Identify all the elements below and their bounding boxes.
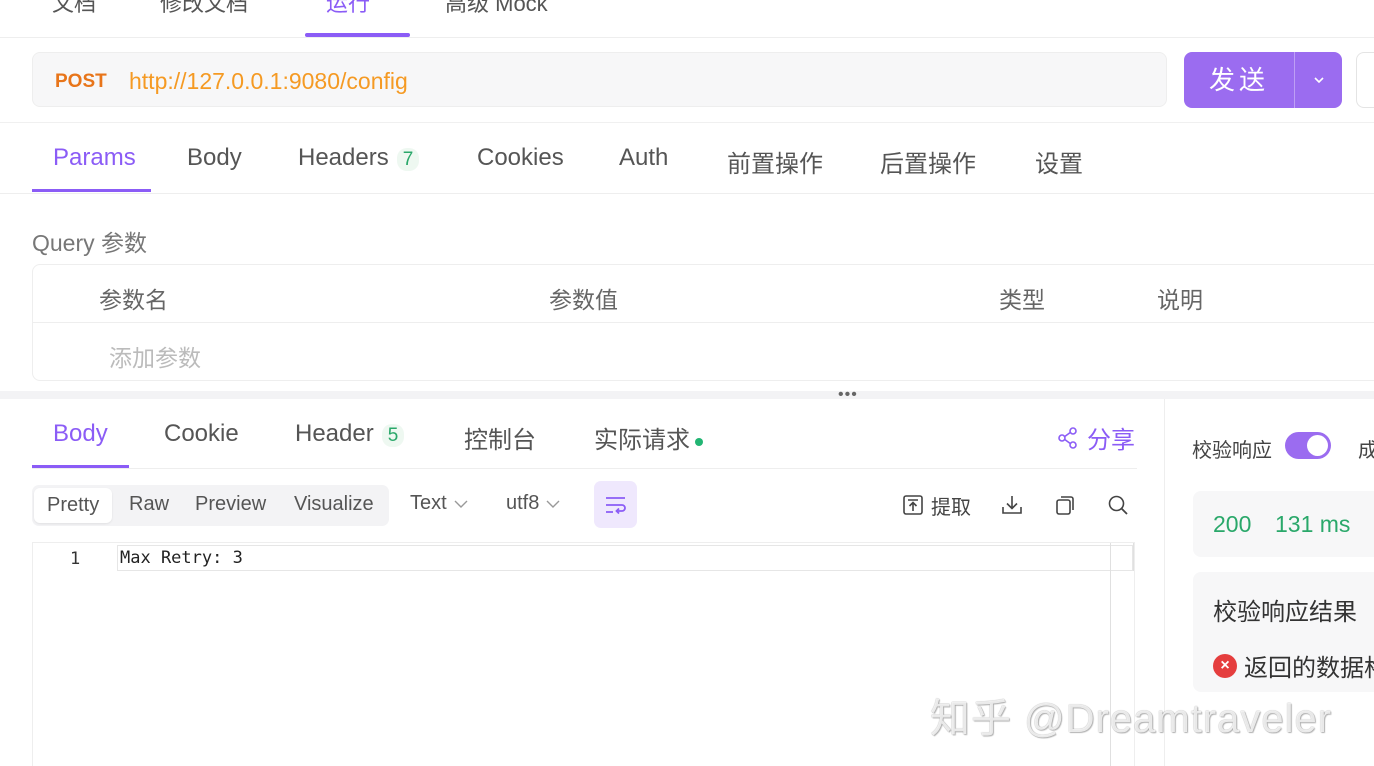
verify-response-label: 校验响应: [1192, 440, 1272, 462]
share-icon: [1058, 426, 1077, 449]
params-table-header: 参数名 参数值 类型 说明: [33, 265, 1374, 323]
send-label: 发送: [1208, 65, 1269, 95]
tab-body[interactable]: Body: [187, 144, 242, 172]
url-bar[interactable]: POST http://127.0.0.1:9080/config: [32, 52, 1167, 107]
minimap-edge: [1133, 543, 1134, 571]
divider: [0, 122, 1374, 123]
tab-docs[interactable]: 文档: [52, 0, 96, 18]
chevron-down-icon: [546, 500, 560, 508]
status-dot: [695, 437, 703, 446]
params-table: 参数名 参数值 类型 说明 添加参数: [32, 264, 1374, 381]
tab-auth[interactable]: Auth: [619, 144, 668, 172]
active-tab-indicator: [32, 189, 151, 192]
drag-handle-icon[interactable]: •••: [838, 387, 858, 403]
tab-advanced-mock[interactable]: 高级 Mock: [445, 0, 548, 18]
verify-response-toggle[interactable]: [1285, 432, 1331, 459]
request-tabs: Params Body Headers 7 Cookies Auth 前置操作 后…: [0, 130, 1374, 194]
tab-response-header-label: Header: [295, 420, 374, 447]
mode-preview[interactable]: Preview: [195, 493, 266, 516]
copy-button[interactable]: [1054, 491, 1076, 519]
verify-error-text: 返回的数据格: [1244, 655, 1374, 682]
search-icon: [1108, 495, 1128, 515]
column-param-name: 参数名: [99, 287, 168, 313]
extract-label: 提取: [931, 496, 971, 519]
response-body-text[interactable]: Max Retry: 3: [120, 548, 243, 568]
tab-response-cookie[interactable]: Cookie: [164, 420, 239, 448]
tab-actual-request-label: 实际请求: [594, 427, 690, 454]
mode-raw[interactable]: Raw: [129, 493, 169, 516]
search-button[interactable]: [1107, 491, 1129, 519]
url-input[interactable]: http://127.0.0.1:9080/config: [129, 68, 408, 95]
chevron-down-icon: [454, 500, 468, 508]
mode-pretty[interactable]: Pretty: [34, 488, 113, 523]
word-wrap-button[interactable]: [594, 481, 637, 528]
tab-pre-request[interactable]: 前置操作: [727, 144, 823, 179]
http-method[interactable]: POST: [55, 71, 107, 93]
column-type: 类型: [999, 287, 1045, 313]
encoding-value: utf8: [506, 492, 540, 514]
header-count-badge: 5: [381, 424, 405, 447]
tab-response-body[interactable]: Body: [53, 420, 108, 448]
tab-headers-label: Headers: [298, 144, 389, 171]
encoding-select[interactable]: utf8: [506, 492, 561, 515]
status-code: 200: [1213, 511, 1252, 537]
extract-icon: [903, 495, 923, 515]
tab-edit-docs[interactable]: 修改文档: [160, 0, 248, 18]
tab-response-header[interactable]: Header 5: [295, 420, 405, 448]
tab-settings[interactable]: 设置: [1035, 144, 1083, 179]
panel-splitter[interactable]: [0, 391, 1374, 399]
view-mode-group: Pretty Raw Preview Visualize: [32, 485, 389, 526]
tab-params[interactable]: Params: [53, 144, 136, 172]
divider: [32, 468, 1137, 469]
share-button[interactable]: 分享: [1057, 420, 1135, 455]
copy-icon: [1056, 496, 1074, 515]
tab-post-request[interactable]: 后置操作: [880, 144, 976, 179]
tab-actual-request[interactable]: 实际请求: [594, 420, 703, 455]
response-tabs: Body Cookie Header 5 控制台 实际请求 分享: [0, 400, 1164, 469]
mode-visualize[interactable]: Visualize: [294, 493, 374, 516]
chevron-down-icon[interactable]: [1295, 52, 1342, 108]
error-icon: ×: [1213, 653, 1237, 678]
query-params-label: Query 参数: [32, 230, 148, 256]
download-icon: [1002, 496, 1022, 514]
wrap-icon: [605, 496, 626, 514]
headers-count-badge: 7: [396, 148, 420, 171]
format-value: Text: [410, 492, 447, 514]
current-line-highlight: [117, 545, 1133, 571]
toggle-knob: [1307, 435, 1328, 456]
response-status-card: 200 131 ms: [1193, 491, 1374, 557]
tab-headers[interactable]: Headers 7: [298, 144, 420, 172]
watermark: 知乎 @Dreamtraveler: [930, 697, 1333, 741]
share-label: 分享: [1087, 427, 1135, 454]
extract-button[interactable]: 提取: [902, 491, 971, 519]
add-param-input[interactable]: 添加参数: [109, 339, 201, 373]
active-tab-indicator: [305, 33, 410, 37]
success-label: 成: [1358, 440, 1374, 462]
verify-error-item: × 返回的数据格: [1213, 648, 1374, 683]
verify-result-title: 校验响应结果: [1213, 599, 1357, 626]
line-number: 1: [70, 549, 81, 569]
tab-cookies[interactable]: Cookies: [477, 144, 564, 172]
top-tabs: 文档 修改文档 运行 高级 Mock: [0, 0, 1374, 38]
column-description: 说明: [1157, 287, 1203, 313]
verify-result-card: 校验响应结果 × 返回的数据格: [1193, 572, 1374, 692]
column-param-value: 参数值: [549, 287, 618, 313]
tab-console[interactable]: 控制台: [464, 420, 536, 455]
save-button[interactable]: [1356, 52, 1374, 108]
tab-run[interactable]: 运行: [326, 0, 370, 18]
response-time: 131 ms: [1275, 511, 1351, 537]
send-button[interactable]: 发送: [1184, 52, 1342, 108]
download-button[interactable]: [1001, 491, 1023, 519]
format-select[interactable]: Text: [410, 492, 469, 515]
